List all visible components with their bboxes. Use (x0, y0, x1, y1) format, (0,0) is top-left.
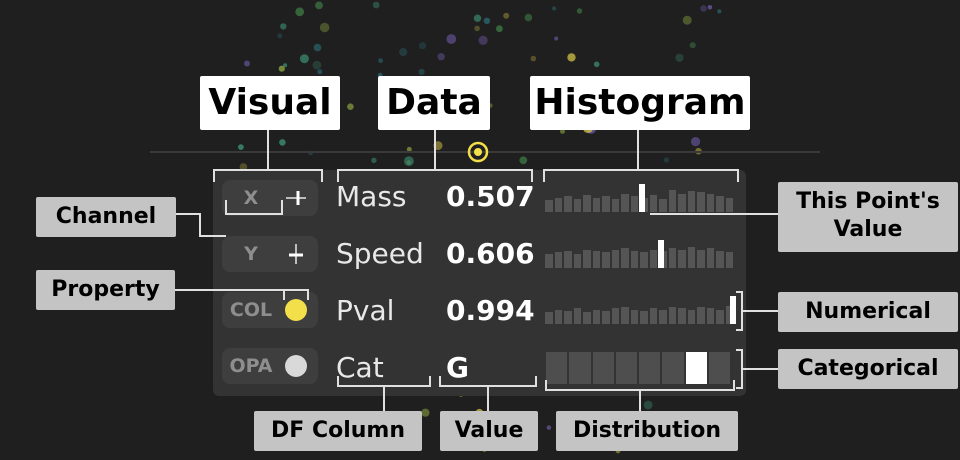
df-column-bracket (337, 376, 431, 387)
numerical-bracket (736, 291, 743, 331)
distribution-bracket (545, 380, 735, 391)
callout-numerical: Numerical (778, 292, 958, 332)
channel-bracket (225, 200, 283, 215)
histogram-bracket (543, 169, 739, 182)
callout-this-point-line2: Value (833, 217, 903, 242)
callout-value: Value (440, 411, 538, 451)
callout-categorical: Categorical (778, 349, 958, 389)
callout-distribution: Distribution (556, 411, 738, 451)
channel-leader (176, 213, 226, 237)
value-bracket (439, 376, 537, 387)
callout-this-point-line1: This Point's (796, 189, 940, 214)
header-visual: Visual (200, 76, 340, 130)
callout-df-column: DF Column (254, 411, 422, 451)
visual-bracket (213, 169, 323, 182)
categorical-bracket (736, 349, 743, 389)
header-data: Data (378, 76, 490, 130)
callout-channel: Channel (36, 197, 176, 237)
callout-this-point-value: This Point's Value (778, 182, 958, 252)
property-bracket (283, 289, 309, 300)
callout-property: Property (36, 270, 175, 310)
data-bracket (337, 169, 533, 182)
header-histogram: Histogram (530, 76, 750, 130)
